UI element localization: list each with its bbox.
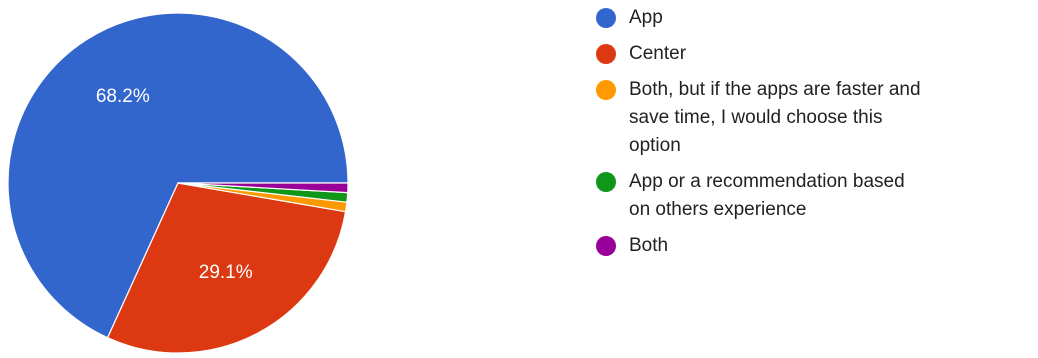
slice-value-label-1: 29.1% xyxy=(199,262,253,283)
legend-swatch-1 xyxy=(596,44,616,64)
legend-label-1: Center xyxy=(629,43,687,64)
legend-item-2: Both, but if the apps are faster and sav… xyxy=(596,76,926,160)
legend-item-3: App or a recommendation based on others … xyxy=(596,168,926,224)
legend-swatch-3 xyxy=(596,172,616,192)
legend-label-0: App xyxy=(629,7,663,28)
legend-item-1: Center xyxy=(596,40,926,68)
legend-label-4: Both xyxy=(629,235,669,256)
legend-swatch-0 xyxy=(596,8,616,28)
slice-value-label-0: 68.2% xyxy=(96,86,150,107)
legend-swatch-2 xyxy=(596,80,616,100)
chart-legend: App Center Both, but if the apps are faste… xyxy=(596,4,926,268)
legend-swatch-4 xyxy=(596,236,616,256)
legend-item-4: Both xyxy=(596,232,926,260)
legend-label-3: App or a recommendation based on others … xyxy=(629,171,905,220)
legend-item-0: App xyxy=(596,4,926,32)
legend-label-2: Both, but if the apps are faster and sav… xyxy=(629,79,921,156)
